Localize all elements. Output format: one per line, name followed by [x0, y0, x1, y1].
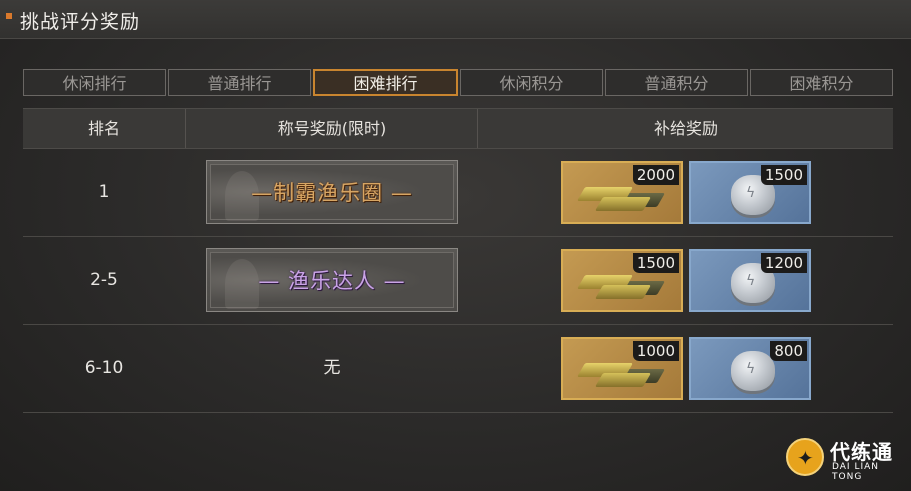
logo-subtitle: DAI LIAN TONG [832, 462, 880, 482]
no-title-reward: 无 [323, 358, 341, 378]
table-row: 2-5 — 渔乐达人 — 1500 ϟ 1200 [23, 237, 893, 325]
tab-hard-ranking[interactable]: 困难排行 [313, 69, 458, 96]
tab-hard-points[interactable]: 困难积分 [750, 69, 893, 96]
table-row: 1 —制霸渔乐圈 — 2000 ϟ 1500 [23, 149, 893, 237]
title-badge[interactable]: — 渔乐达人 — [206, 248, 458, 312]
item-count: 2000 [632, 165, 679, 185]
item-count: 1500 [632, 253, 679, 273]
rank-cell: 6-10 [84, 358, 124, 378]
rank-cell: 1 [98, 182, 110, 202]
page-title: 挑战评分奖励 [20, 11, 141, 33]
silver-reward-item[interactable]: ϟ 1500 [689, 161, 811, 224]
title-badge-label: —制霸渔乐圈 — [251, 181, 413, 205]
item-count: 800 [770, 341, 807, 361]
tab-normal-ranking[interactable]: 普通排行 [168, 69, 311, 96]
gold-reward-item[interactable]: 1000 [561, 337, 683, 400]
gold-reward-item[interactable]: 1500 [561, 249, 683, 312]
watermark-logo: ✦ 代练通 DAI LIAN TONG [786, 436, 906, 482]
page-header: 挑战评分奖励 [0, 0, 911, 39]
logo-name: 代练通 [830, 440, 893, 464]
table-header: 排名 称号奖励(限时) 补给奖励 [23, 108, 893, 149]
tab-casual-ranking[interactable]: 休闲排行 [23, 69, 166, 96]
tab-normal-points[interactable]: 普通积分 [605, 69, 748, 96]
header-accent-mark [6, 13, 12, 19]
title-badge-label: — 渔乐达人 — [258, 269, 406, 293]
item-count: 1500 [760, 165, 807, 185]
tab-bar: 休闲排行 普通排行 困难排行 休闲积分 普通积分 困难积分 [23, 69, 893, 98]
table-row: 6-10 无 1000 ϟ 800 [23, 325, 893, 413]
item-count: 1000 [632, 341, 679, 361]
rank-cell: 2-5 [90, 270, 118, 290]
silver-reward-item[interactable]: ϟ 1200 [689, 249, 811, 312]
logo-emblem-icon: ✦ [786, 438, 824, 476]
item-count: 1200 [760, 253, 807, 273]
tab-casual-points[interactable]: 休闲积分 [460, 69, 603, 96]
reward-table: 排名 称号奖励(限时) 补给奖励 1 —制霸渔乐圈 — 2000 ϟ 1500 … [23, 108, 893, 413]
title-badge[interactable]: —制霸渔乐圈 — [206, 160, 458, 224]
header-supply-reward: 补给奖励 [477, 109, 894, 148]
header-rank: 排名 [87, 119, 120, 138]
gold-reward-item[interactable]: 2000 [561, 161, 683, 224]
header-title-reward: 称号奖励(限时) [185, 109, 478, 148]
silver-reward-item[interactable]: ϟ 800 [689, 337, 811, 400]
